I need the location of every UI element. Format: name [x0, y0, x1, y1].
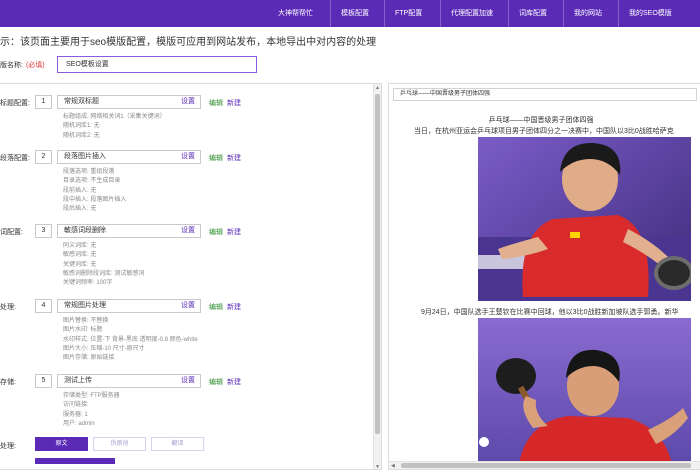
title-config-set-button[interactable]: 设置 [181, 96, 195, 108]
nav-item-template-config[interactable]: 模板配置 [330, 0, 369, 27]
notice-text: 示：该页面主要用于seo模版配置，模版可应用到网站发布，本地导出中对内容的处理 [0, 37, 377, 48]
title-config-number[interactable]: 1 [35, 95, 52, 109]
detail-line: 敏感词库: 无 [63, 252, 97, 259]
storage-config-select[interactable]: 测试上传 设置 [57, 374, 201, 388]
title-config-label: 标题配置: [0, 100, 30, 107]
image-config-edit-link[interactable]: 编辑 [209, 302, 223, 312]
nav-item-my-sites[interactable]: 我的网站 [563, 0, 602, 27]
detail-line: 标题组成: 网络相关词1（采集关键词） [63, 114, 166, 120]
word-config-details: 同义词库: 无 敏感词库: 无 关键词库: 无 敏感词删除段词库: 测试敏感词 … [63, 242, 144, 288]
template-name-label: 版名称: (必填) [0, 60, 45, 70]
template-name-label-text: 版名称: [0, 62, 23, 69]
nav-item-my-seo-templates[interactable]: 我的SEO模版 [618, 0, 672, 27]
detail-line: 段后插入: 无 [63, 206, 97, 213]
storage-config-label: 存储: [0, 379, 16, 386]
paragraph-config-new-link[interactable]: 新建 [227, 153, 241, 163]
title-config-name: 常规双标题 [64, 98, 99, 105]
detail-line: 图片大小: 压缩-10 尺寸-原尺寸 [63, 345, 145, 352]
article-paragraph: 当日，在杭州亚运会乒乓球项目男子团体四分之一决赛中，中国队以3比0战胜哈萨克 [414, 128, 674, 135]
partial-button[interactable] [35, 458, 115, 464]
storage-config-new-link[interactable]: 新建 [227, 377, 241, 387]
detail-line: 段中插入: 段落图片插入 [63, 196, 127, 203]
title-config-edit-link[interactable]: 编辑 [209, 98, 223, 108]
article-photo-1 [478, 137, 691, 301]
detail-line: 段前插入: 无 [63, 187, 97, 194]
title-config-new-link[interactable]: 新建 [227, 98, 241, 108]
process-mode-label: 处理: [0, 443, 16, 450]
image-config-select[interactable]: 常规图片处理 设置 [57, 299, 201, 313]
detail-line: 关键词库: 无 [63, 261, 97, 268]
nav-item-proxy-config[interactable]: 代理配置加速 [440, 0, 493, 27]
detail-line: 同义词库: 无 [63, 243, 97, 249]
nav-item-ftp-config[interactable]: FTP配置 [384, 0, 422, 27]
config-panel-scrollbar[interactable]: ▲ ▼ [373, 84, 381, 469]
detail-line: 随机词库2: 无 [63, 132, 100, 139]
required-mark: (必填) [25, 62, 45, 69]
word-config-edit-link[interactable]: 编辑 [209, 227, 223, 237]
paragraph-config-name: 段落图片插入 [64, 153, 106, 160]
image-config-number[interactable]: 4 [35, 299, 52, 313]
image-config-set-button[interactable]: 设置 [181, 300, 195, 312]
scrollbar-thumb[interactable] [375, 94, 380, 434]
pseudo-original-button[interactable]: 伪原创 [93, 437, 146, 451]
detail-line: 段落选项: 重组段落 [63, 169, 115, 175]
detail-line: 关键词频率: 100字 [63, 280, 113, 287]
preview-panel: 乒乓球——中国晋级男子团体四强 乒乓球——中国晋级男子团体四强 当日，在杭州亚运… [388, 83, 700, 470]
table-tennis-player-photo-2 [478, 318, 691, 469]
detail-line: 敏感词删除段词库: 测试敏感词 [63, 270, 145, 277]
detail-line: 用户: admin [63, 420, 95, 427]
preview-title-input[interactable]: 乒乓球——中国晋级男子团体四强 [393, 88, 697, 101]
word-config-set-button[interactable]: 设置 [181, 225, 195, 237]
storage-config-edit-link[interactable]: 编辑 [209, 377, 223, 387]
paragraph-config-number[interactable]: 2 [35, 150, 52, 164]
nav-item-wordlib-config[interactable]: 词库配置 [508, 0, 547, 27]
word-config-name: 敏感词段删除 [64, 227, 106, 234]
paragraph-config-set-button[interactable]: 设置 [181, 151, 195, 163]
scroll-down-icon[interactable]: ▼ [375, 464, 380, 469]
article-heading: 乒乓球——中国晋级男子团体四强 [488, 117, 594, 124]
word-config-select[interactable]: 敏感词段删除 设置 [57, 224, 201, 238]
scroll-left-icon[interactable]: ◀ [391, 463, 395, 469]
detail-line: 图片水印: 标题 [63, 327, 103, 334]
title-config-details: 标题组成: 网络相关词1（采集关键词） 随机词库1: 无 随机词库2: 无 [63, 113, 166, 141]
detail-line: 图片替换: 不替换 [63, 318, 109, 324]
template-name-input[interactable]: SEO模板设置 [57, 56, 257, 73]
table-tennis-player-photo [478, 137, 691, 301]
paragraph-config-edit-link[interactable]: 编辑 [209, 153, 223, 163]
scroll-up-icon[interactable]: ▲ [375, 85, 380, 91]
config-panel: 标题配置: 1 常规双标题 设置 编辑 新建 标题组成: 网络相关词1（采集关键… [0, 83, 382, 470]
title-config-select[interactable]: 常规双标题 设置 [57, 95, 201, 109]
preview-panel-scrollbar[interactable]: ◀ [389, 461, 700, 469]
nav-item-help[interactable]: 大神帮帮忙 [278, 0, 313, 27]
image-config-name: 常规图片处理 [64, 302, 106, 309]
scrollbar-thumb[interactable] [401, 463, 691, 468]
storage-config-name: 测试上传 [64, 377, 92, 384]
detail-line: 服务器: 1 [63, 411, 88, 418]
detail-line: 水印样式: 位置-下 背景-黑底 透明度-0.8 颜色-white [63, 336, 198, 343]
image-config-details: 图片替换: 不替换 图片水印: 标题 水印样式: 位置-下 背景-黑底 透明度-… [63, 317, 198, 363]
top-nav: 大神帮帮忙 模板配置 FTP配置 代理配置加速 词库配置 我的网站 我的SEO模… [0, 0, 700, 27]
detail-line: 访问链接: [63, 402, 89, 409]
detail-line: 图片存储: 原始链接 [63, 355, 115, 362]
article-paragraph-2: 9月24日，中国队选手王楚钦在比赛中回球，他以3比0战胜新加坡队选手郭勇。新华 [421, 309, 679, 316]
storage-config-details: 存储类型: FTP服务器 访问链接: 服务器: 1 用户: admin [63, 392, 120, 429]
word-config-new-link[interactable]: 新建 [227, 227, 241, 237]
word-config-number[interactable]: 3 [35, 224, 52, 238]
paragraph-config-select[interactable]: 段落图片插入 设置 [57, 150, 201, 164]
article-photo-2 [478, 318, 691, 469]
storage-config-set-button[interactable]: 设置 [181, 375, 195, 387]
paragraph-config-details: 段落选项: 重组段落 目录选项: 不生成目录 段前插入: 无 段中插入: 段落图… [63, 168, 126, 214]
word-config-label: 词配置: [0, 229, 23, 236]
detail-line: 目录选项: 不生成目录 [63, 178, 121, 185]
storage-config-number[interactable]: 5 [35, 374, 52, 388]
translate-button[interactable]: 翻译 [151, 437, 204, 451]
paragraph-config-label: 段落配置: [0, 155, 30, 162]
detail-line: 存储类型: FTP服务器 [63, 393, 120, 399]
original-text-button[interactable]: 原文 [35, 437, 88, 451]
image-config-new-link[interactable]: 新建 [227, 302, 241, 312]
detail-line: 随机词库1: 无 [63, 123, 100, 130]
image-config-label: 处理: [0, 304, 16, 311]
